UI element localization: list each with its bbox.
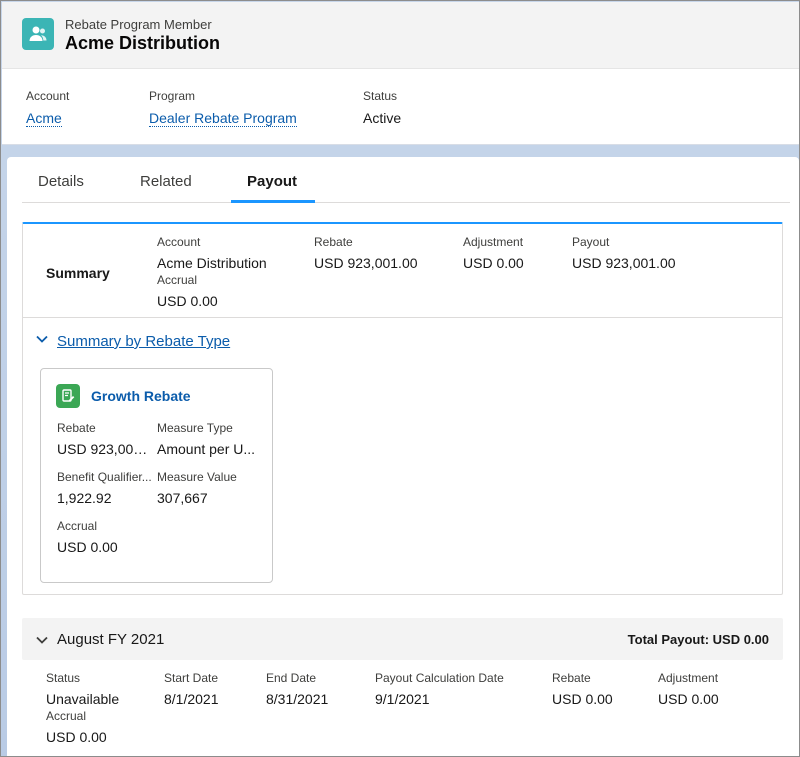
card-measure-value-label: Measure Value <box>157 470 237 484</box>
period-accrual: Accrual USD 0.00 <box>46 709 107 745</box>
period-calc-date-value: 9/1/2021 <box>375 691 430 707</box>
card-rebate: Rebate USD 923,001.... <box>57 421 155 457</box>
period-status-value: Unavailable <box>46 691 120 707</box>
period-end-date-label: End Date <box>266 671 317 685</box>
header-field-label: Account <box>26 89 70 103</box>
summary-rebate-label: Rebate <box>314 235 353 249</box>
record-name: Acme Distribution <box>65 33 221 53</box>
header-field-label: Program <box>149 89 196 103</box>
period-end-date-value: 8/31/2021 <box>266 691 329 707</box>
summary-adjustment-value: USD 0.00 <box>463 255 524 271</box>
summary-payout: Payout USD 923,001.00 <box>572 235 676 271</box>
card-accrual: Accrual USD 0.00 <box>57 519 155 555</box>
card-accrual-value: USD 0.00 <box>57 539 118 555</box>
summary-panel: Summary Account Acme Distribution Accrua… <box>22 222 783 595</box>
program-link[interactable]: Dealer Rebate Program <box>149 110 297 127</box>
period-end-date: End Date 8/31/2021 <box>266 671 328 707</box>
summary-divider <box>23 317 782 318</box>
summary-payout-value: USD 923,001.00 <box>572 255 676 271</box>
summary-accrual: Accrual USD 0.00 <box>157 273 218 309</box>
card-benefit-qualifier: Benefit Qualifier... 1,922.92 <box>57 470 155 506</box>
period-total-payout: Total Payout: USD 0.00 <box>627 632 769 647</box>
tab-related[interactable]: Related <box>140 173 192 190</box>
header-field-label: Status <box>363 89 398 103</box>
summary-account-value: Acme Distribution <box>157 255 267 271</box>
period-start-date: Start Date 8/1/2021 <box>164 671 219 707</box>
record-body: Details Related Payout Summary Account A… <box>7 157 799 756</box>
summary-payout-label: Payout <box>572 235 610 249</box>
record-header: Rebate Program Member Acme Distribution … <box>2 2 799 145</box>
tab-bar: Details Related Payout <box>22 157 790 203</box>
period-accrual-value: USD 0.00 <box>46 729 107 745</box>
rebate-type-section-link[interactable]: Summary by Rebate Type <box>57 333 230 350</box>
card-measure-value: Measure Value 307,667 <box>157 470 261 506</box>
summary-title: Summary <box>46 265 110 281</box>
period-accrual-label: Accrual <box>46 709 87 723</box>
header-field-program: Program Dealer Rebate Program <box>149 89 297 127</box>
record-type-label: Rebate Program Member <box>65 17 212 32</box>
tab-details[interactable]: Details <box>38 173 84 190</box>
rebate-type-card: Growth Rebate Rebate USD 923,001.... Mea… <box>40 368 273 583</box>
summary-rebate: Rebate USD 923,001.00 <box>314 235 418 271</box>
card-rebate-label: Rebate <box>57 421 96 435</box>
user-group-icon <box>22 18 54 50</box>
app-frame: Rebate Program Member Acme Distribution … <box>0 0 800 757</box>
header-field-status: Status Active <box>363 89 401 126</box>
summary-accrual-value: USD 0.00 <box>157 293 218 309</box>
period-calc-date: Payout Calculation Date 9/1/2021 <box>375 671 504 707</box>
summary-rebate-value: USD 923,001.00 <box>314 255 418 271</box>
period-adjustment: Adjustment USD 0.00 <box>658 671 719 707</box>
card-benefit-qualifier-label: Benefit Qualifier... <box>57 470 152 484</box>
status-value: Active <box>363 110 402 126</box>
header-field-account: Account Acme <box>26 89 70 127</box>
summary-adjustment-label: Adjustment <box>463 235 524 249</box>
card-rebate-value: USD 923,001.... <box>57 441 155 457</box>
period-title: August FY 2021 <box>57 631 165 648</box>
chevron-down-icon[interactable] <box>35 332 49 351</box>
period-adjustment-label: Adjustment <box>658 671 719 685</box>
card-accrual-label: Accrual <box>57 519 98 533</box>
period-start-date-value: 8/1/2021 <box>164 691 219 707</box>
summary-accrual-label: Accrual <box>157 273 198 287</box>
period-status-label: Status <box>46 671 81 685</box>
card-measure-type: Measure Type Amount per U... <box>157 421 261 457</box>
card-measure-type-value: Amount per U... <box>157 441 256 457</box>
rebate-type-title[interactable]: Growth Rebate <box>91 388 191 404</box>
chevron-down-icon[interactable] <box>35 633 49 652</box>
active-tab-indicator <box>231 200 315 203</box>
rebate-type-section-toggle[interactable]: Summary by Rebate Type <box>35 332 230 351</box>
tab-payout[interactable]: Payout <box>247 173 297 190</box>
period-rebate-label: Rebate <box>552 671 591 685</box>
account-link[interactable]: Acme <box>26 110 62 127</box>
period-rebate: Rebate USD 0.00 <box>552 671 613 707</box>
period-calc-date-label: Payout Calculation Date <box>375 671 504 685</box>
period-rebate-value: USD 0.00 <box>552 691 613 707</box>
summary-account: Account Acme Distribution <box>157 235 267 271</box>
document-edit-icon <box>56 384 80 408</box>
period-status: Status Unavailable <box>46 671 119 707</box>
card-measure-value-value: 307,667 <box>157 490 208 506</box>
card-measure-type-label: Measure Type <box>157 421 233 435</box>
record-header-top: Rebate Program Member Acme Distribution <box>2 2 799 69</box>
period-adjustment-value: USD 0.00 <box>658 691 719 707</box>
summary-account-label: Account <box>157 235 201 249</box>
summary-adjustment: Adjustment USD 0.00 <box>463 235 524 271</box>
card-benefit-qualifier-value: 1,922.92 <box>57 490 112 506</box>
period-start-date-label: Start Date <box>164 671 219 685</box>
period-header[interactable]: August FY 2021 Total Payout: USD 0.00 <box>22 618 783 660</box>
